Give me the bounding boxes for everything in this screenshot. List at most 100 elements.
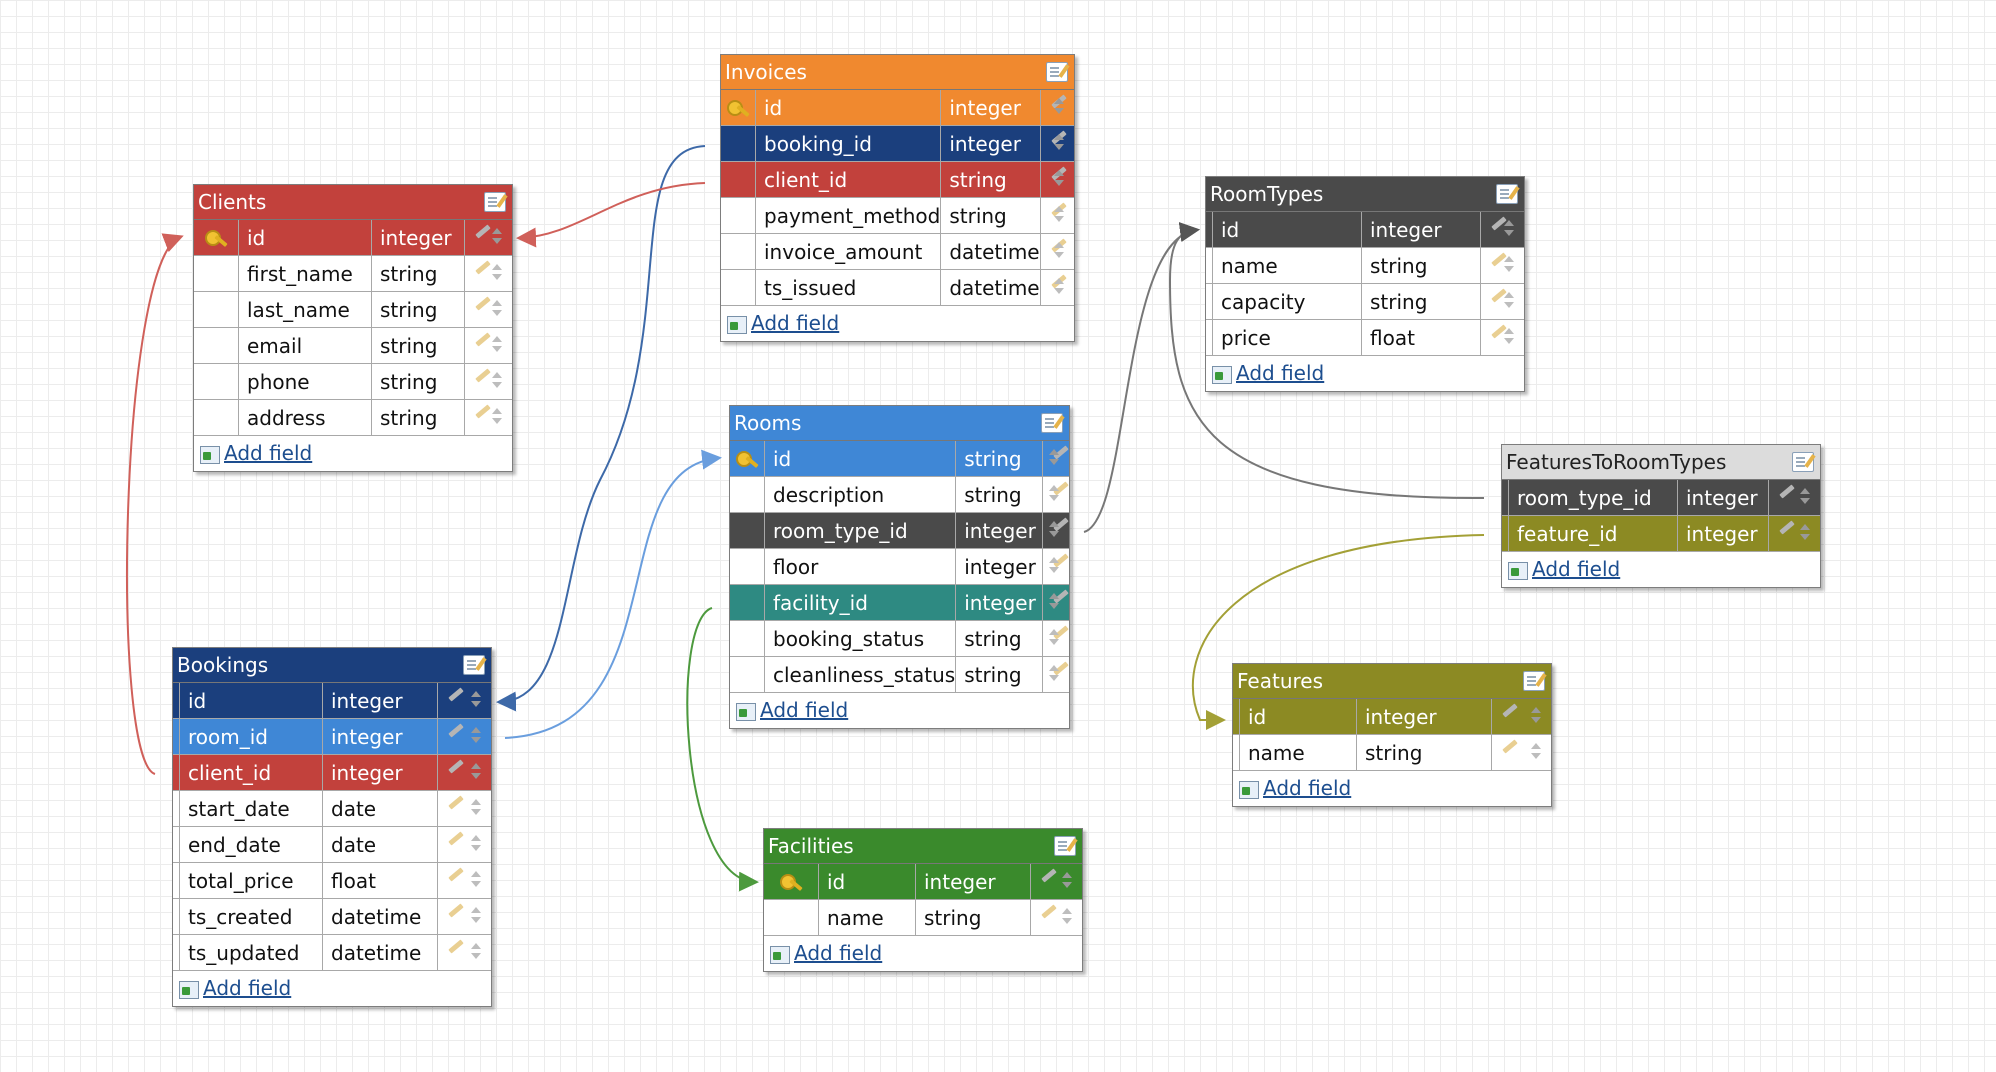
table-header[interactable]: Features [1233, 664, 1551, 699]
add-field-icon[interactable] [727, 315, 747, 334]
reorder-arrows-icon[interactable] [471, 763, 481, 781]
field-name[interactable]: end_date [179, 826, 323, 863]
table-header[interactable]: Facilities [764, 829, 1082, 864]
edit-field-pencil-icon[interactable] [448, 831, 464, 846]
field-name[interactable]: facility_id [764, 584, 957, 621]
field-row[interactable]: ts_issued datetime [721, 269, 1074, 306]
reorder-arrows-icon[interactable] [1049, 557, 1059, 575]
edit-field-pencil-icon[interactable] [475, 332, 491, 347]
field-type[interactable]: datetime [322, 898, 438, 935]
reorder-arrows-icon[interactable] [1049, 665, 1059, 683]
reorder-arrows-icon[interactable] [492, 372, 502, 390]
reorder-arrows-icon[interactable] [1049, 485, 1059, 503]
field-row[interactable]: facility_id integer [730, 584, 1069, 621]
edit-table-icon[interactable] [484, 192, 506, 212]
field-name[interactable]: capacity [1212, 283, 1362, 320]
field-name[interactable]: id [764, 441, 957, 477]
field-type[interactable]: datetime [940, 233, 1041, 270]
edit-table-icon[interactable] [1496, 184, 1518, 204]
field-row[interactable]: room_type_id integer [1502, 480, 1820, 516]
field-row[interactable]: ts_updated datetime [173, 934, 491, 971]
reorder-arrows-icon[interactable] [1800, 488, 1810, 506]
field-name[interactable]: id [238, 220, 372, 256]
add-field-icon[interactable] [179, 980, 199, 999]
table-featurestoroomtypes[interactable]: FeaturesToRoomTypes room_type_id integer fe… [1501, 444, 1821, 588]
add-field-link[interactable]: Add field [1263, 776, 1351, 800]
edit-field-pencil-icon[interactable] [475, 260, 491, 275]
field-row[interactable]: description string [730, 476, 1069, 513]
reorder-arrows-icon[interactable] [1504, 328, 1514, 346]
field-type[interactable]: date [322, 826, 438, 863]
field-name[interactable]: first_name [238, 255, 372, 292]
table-header[interactable]: Rooms [730, 406, 1069, 441]
add-field-icon[interactable] [736, 702, 756, 721]
field-row[interactable]: room_type_id integer [730, 512, 1069, 549]
edit-table-icon[interactable] [1054, 836, 1076, 856]
field-name[interactable]: room_type_id [764, 512, 957, 549]
field-name[interactable]: booking_id [755, 125, 942, 162]
field-row[interactable]: ts_created datetime [173, 898, 491, 935]
field-type[interactable]: string [940, 161, 1041, 198]
edit-field-pencil-icon[interactable] [448, 723, 464, 738]
field-row[interactable]: email string [194, 327, 512, 364]
field-row[interactable]: payment_method string [721, 197, 1074, 234]
reorder-arrows-icon[interactable] [492, 408, 502, 426]
edit-table-icon[interactable] [463, 655, 485, 675]
edit-field-pencil-icon[interactable] [448, 687, 464, 702]
field-name[interactable]: start_date [179, 790, 323, 827]
field-type[interactable]: integer [1677, 515, 1769, 552]
edit-table-icon[interactable] [1792, 452, 1814, 472]
field-type[interactable]: float [1361, 319, 1481, 356]
field-type[interactable]: integer [1356, 699, 1492, 735]
reorder-arrows-icon[interactable] [1504, 256, 1514, 274]
field-row[interactable]: feature_id integer [1502, 515, 1820, 552]
field-type[interactable]: integer [322, 754, 438, 791]
table-features[interactable]: Features id integer name string Add field [1232, 663, 1552, 807]
edit-table-icon[interactable] [1523, 671, 1545, 691]
reorder-arrows-icon[interactable] [1531, 707, 1541, 725]
field-row[interactable]: id string [730, 441, 1069, 477]
table-clients[interactable]: Clients id integer first_name string last_nam… [193, 184, 513, 472]
edit-table-icon[interactable] [1041, 413, 1063, 433]
field-type[interactable]: float [322, 862, 438, 899]
field-type[interactable]: datetime [322, 934, 438, 971]
table-rooms[interactable]: Rooms id string description string room_type_… [729, 405, 1070, 729]
field-row[interactable]: address string [194, 399, 512, 436]
field-name[interactable]: email [238, 327, 372, 364]
reorder-arrows-icon[interactable] [492, 336, 502, 354]
add-field-link[interactable]: Add field [224, 441, 312, 465]
field-row[interactable]: capacity string [1206, 283, 1524, 320]
field-row[interactable]: total_price float [173, 862, 491, 899]
add-field-icon[interactable] [200, 445, 220, 464]
reorder-arrows-icon[interactable] [471, 943, 481, 961]
field-name[interactable]: cleanliness_status [764, 656, 957, 693]
field-type[interactable]: string [955, 620, 1044, 657]
add-field-link[interactable]: Add field [760, 698, 848, 722]
field-name[interactable]: id [818, 864, 916, 900]
reorder-arrows-icon[interactable] [1062, 872, 1072, 890]
field-type[interactable]: string [915, 899, 1031, 936]
field-type[interactable]: string [371, 255, 465, 292]
field-row[interactable]: room_id integer [173, 718, 491, 755]
field-name[interactable]: id [1239, 699, 1357, 735]
field-row[interactable]: end_date date [173, 826, 491, 863]
field-type[interactable]: integer [1677, 480, 1769, 516]
edit-field-pencil-icon[interactable] [1502, 739, 1518, 754]
table-header[interactable]: Bookings [173, 648, 491, 683]
add-field-link[interactable]: Add field [1532, 557, 1620, 581]
field-type[interactable]: string [1361, 283, 1481, 320]
edit-field-pencil-icon[interactable] [1041, 904, 1057, 919]
field-row[interactable]: start_date date [173, 790, 491, 827]
reorder-arrows-icon[interactable] [1504, 292, 1514, 310]
field-row[interactable]: invoice_amount datetime [721, 233, 1074, 270]
table-bookings[interactable]: Bookings id integer room_id integer client_id… [172, 647, 492, 1007]
reorder-arrows-icon[interactable] [1054, 98, 1064, 116]
field-row[interactable]: phone string [194, 363, 512, 400]
field-type[interactable]: string [371, 399, 465, 436]
field-row[interactable]: name string [1206, 247, 1524, 284]
field-type[interactable]: datetime [940, 269, 1041, 306]
table-header[interactable]: RoomTypes [1206, 177, 1524, 212]
field-name[interactable]: payment_method [755, 197, 942, 234]
field-row[interactable]: id integer [1233, 699, 1551, 735]
field-name[interactable]: feature_id [1508, 515, 1678, 552]
